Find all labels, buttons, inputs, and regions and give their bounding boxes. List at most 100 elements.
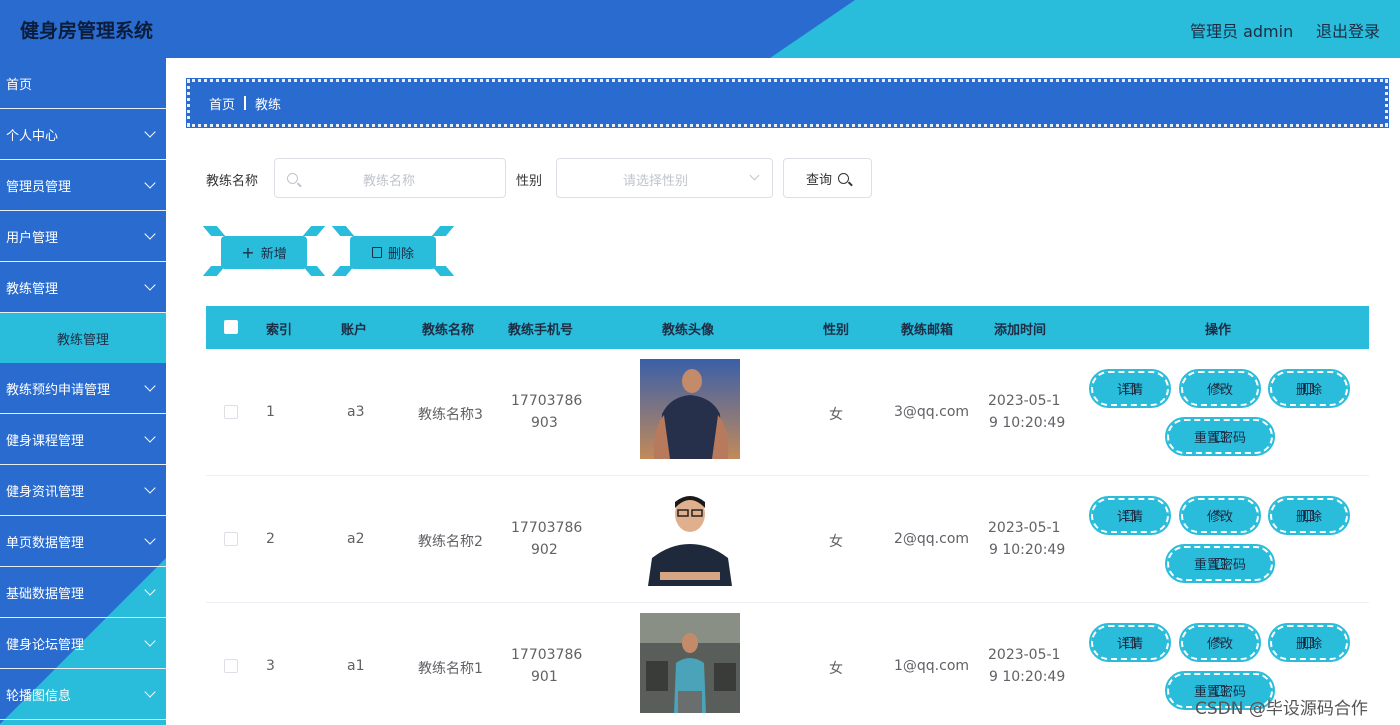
cell-time: 2023-05-1 xyxy=(988,520,1061,536)
column-header: 添加时间 xyxy=(994,323,1047,338)
sidebar-item-news-management[interactable]: 健身资讯管理 xyxy=(0,465,166,516)
edit-button[interactable]: ✎ 修改 xyxy=(1179,496,1261,535)
sidebar-item-label: 教练管理 xyxy=(6,281,59,297)
gender-placeholder: 请选择性别 xyxy=(623,174,689,189)
delete-button[interactable]: 删除 xyxy=(350,236,436,269)
sidebar-item-home[interactable]: 首页 xyxy=(0,58,166,109)
cell-email: 2@qq.com xyxy=(894,531,970,547)
sidebar-item-label: 基础数据管理 xyxy=(6,586,85,602)
cell-phone: 903 xyxy=(531,415,558,431)
coach-name-input[interactable]: 教练名称 xyxy=(274,158,506,198)
coach-avatar xyxy=(640,359,740,459)
cell-phone: 17703786 xyxy=(511,520,583,536)
watermark: CSDN @毕设源码合作 xyxy=(1195,699,1368,719)
sidebar-item-label: 单页数据管理 xyxy=(6,535,85,551)
chevron-down-icon xyxy=(144,228,156,240)
reset-password-button[interactable]: 重置密码 xyxy=(1165,544,1275,583)
cell-email: 3@qq.com xyxy=(894,404,970,420)
logout-link[interactable]: 退出登录 xyxy=(1316,18,1380,42)
cell-name: 教练名称2 xyxy=(418,534,483,550)
coach-name-placeholder: 教练名称 xyxy=(363,174,416,189)
column-header: 教练手机号 xyxy=(508,323,574,338)
top-bar: 健身房管理系统 管理员 admin 退出登录 xyxy=(0,0,1400,58)
trash-icon xyxy=(371,247,382,258)
chevron-down-icon xyxy=(144,177,156,189)
row-checkbox[interactable] xyxy=(224,405,238,419)
cell-gender: 女 xyxy=(829,407,843,423)
query-button[interactable]: 查询 xyxy=(783,158,872,198)
cell-time: 2023-05-1 xyxy=(988,393,1061,409)
sidebar-item-label: 用户管理 xyxy=(6,230,59,246)
coach-avatar xyxy=(640,486,740,586)
cell-gender: 女 xyxy=(829,534,843,550)
sidebar-item-label: 管理员管理 xyxy=(6,179,72,195)
delete-row-button[interactable]: 删除 xyxy=(1268,496,1350,535)
table-header: 索引 账户 教练名称 教练手机号 教练头像 性别 教练邮箱 添加时间 操作 xyxy=(206,306,1369,349)
sidebar-item-user-management[interactable]: 用户管理 xyxy=(0,211,166,262)
sidebar-item-label: 轮播图信息 xyxy=(6,688,72,704)
column-header: 账户 xyxy=(341,323,368,338)
chevron-down-icon xyxy=(144,686,156,698)
current-user-label: 管理员 admin xyxy=(1190,22,1294,41)
detail-button[interactable]: 详情 xyxy=(1089,496,1171,535)
sidebar-item-label: 个人中心 xyxy=(6,128,59,144)
app-title: 健身房管理系统 xyxy=(20,20,154,42)
delete-row-button[interactable]: 删除 xyxy=(1268,623,1350,662)
breadcrumb-home[interactable]: 首页 xyxy=(209,94,235,113)
chevron-down-icon xyxy=(144,431,156,443)
chevron-down-icon xyxy=(144,279,156,291)
edit-button[interactable]: ✎ 修改 xyxy=(1179,623,1261,662)
breadcrumb-current: 教练 xyxy=(255,97,282,113)
sidebar-item-coach-management[interactable]: 教练管理 xyxy=(0,262,166,313)
cell-index: 3 xyxy=(266,658,275,674)
cell-time: 9 10:20:49 xyxy=(989,542,1066,558)
sidebar-item-label: 健身资讯管理 xyxy=(6,484,85,500)
cell-gender: 女 xyxy=(829,661,843,677)
table-row: 2 a2 教练名称2 17703786 902 女 2@qq.com 2023-… xyxy=(206,476,1369,603)
reset-password-button[interactable]: 重置密码 xyxy=(1165,417,1275,456)
cell-account: a3 xyxy=(347,404,365,420)
sidebar-item-label: 教练管理 xyxy=(56,332,109,348)
sidebar-item-personal-center[interactable]: 个人中心 xyxy=(0,109,166,160)
cell-name: 教练名称3 xyxy=(418,407,483,423)
sidebar-item-single-page-data[interactable]: 单页数据管理 xyxy=(0,516,166,567)
sidebar-item-coach-booking[interactable]: 教练预约申请管理 xyxy=(0,363,166,414)
cell-phone: 901 xyxy=(531,669,558,685)
chevron-down-icon xyxy=(144,533,156,545)
edit-button[interactable]: ✎ 修改 xyxy=(1179,369,1261,408)
delete-row-button[interactable]: 删除 xyxy=(1268,369,1350,408)
cell-time: 9 10:20:49 xyxy=(989,669,1066,685)
cell-account: a2 xyxy=(347,531,365,547)
sidebar-item-label: 健身论坛管理 xyxy=(6,637,85,653)
detail-button[interactable]: 详情 xyxy=(1089,369,1171,408)
cell-account: a1 xyxy=(347,658,365,674)
select-all-checkbox[interactable] xyxy=(224,320,238,334)
coach-table: 索引 账户 教练名称 教练手机号 教练头像 性别 教练邮箱 添加时间 操作 1 … xyxy=(206,306,1369,725)
cell-phone: 902 xyxy=(531,542,558,558)
add-button[interactable]: + 新增 xyxy=(221,236,307,269)
sidebar-item-carousel-info[interactable]: 轮播图信息 xyxy=(0,669,166,720)
gender-select[interactable]: 请选择性别 xyxy=(556,158,773,198)
cell-email: 1@qq.com xyxy=(894,658,970,674)
sidebar-item-course-management[interactable]: 健身课程管理 xyxy=(0,414,166,465)
sidebar-subitem-coach-management[interactable]: 教练管理 xyxy=(0,313,166,363)
column-header: 性别 xyxy=(823,323,850,338)
cell-index: 1 xyxy=(266,404,275,420)
column-header: 教练头像 xyxy=(662,323,715,338)
column-header: 索引 xyxy=(266,323,293,338)
chevron-down-icon xyxy=(749,170,760,181)
cell-index: 2 xyxy=(266,531,275,547)
detail-button[interactable]: 详情 xyxy=(1089,623,1171,662)
sidebar-item-forum-management[interactable]: 健身论坛管理 xyxy=(0,618,166,669)
chevron-down-icon xyxy=(144,126,156,138)
sidebar-item-label: 首页 xyxy=(6,77,33,93)
sidebar-item-admin-management[interactable]: 管理员管理 xyxy=(0,160,166,211)
sidebar: 首页 个人中心 管理员管理 用户管理 教练管理 教练管理 教练预约申请管理 健身… xyxy=(0,58,166,725)
column-header: 操作 xyxy=(1205,323,1232,338)
sidebar-item-label: 健身课程管理 xyxy=(6,433,85,449)
row-checkbox[interactable] xyxy=(224,532,238,546)
row-checkbox[interactable] xyxy=(224,659,238,673)
breadcrumb-separator xyxy=(244,96,247,110)
chevron-down-icon xyxy=(144,380,156,392)
sidebar-item-base-data[interactable]: 基础数据管理 xyxy=(0,567,166,618)
